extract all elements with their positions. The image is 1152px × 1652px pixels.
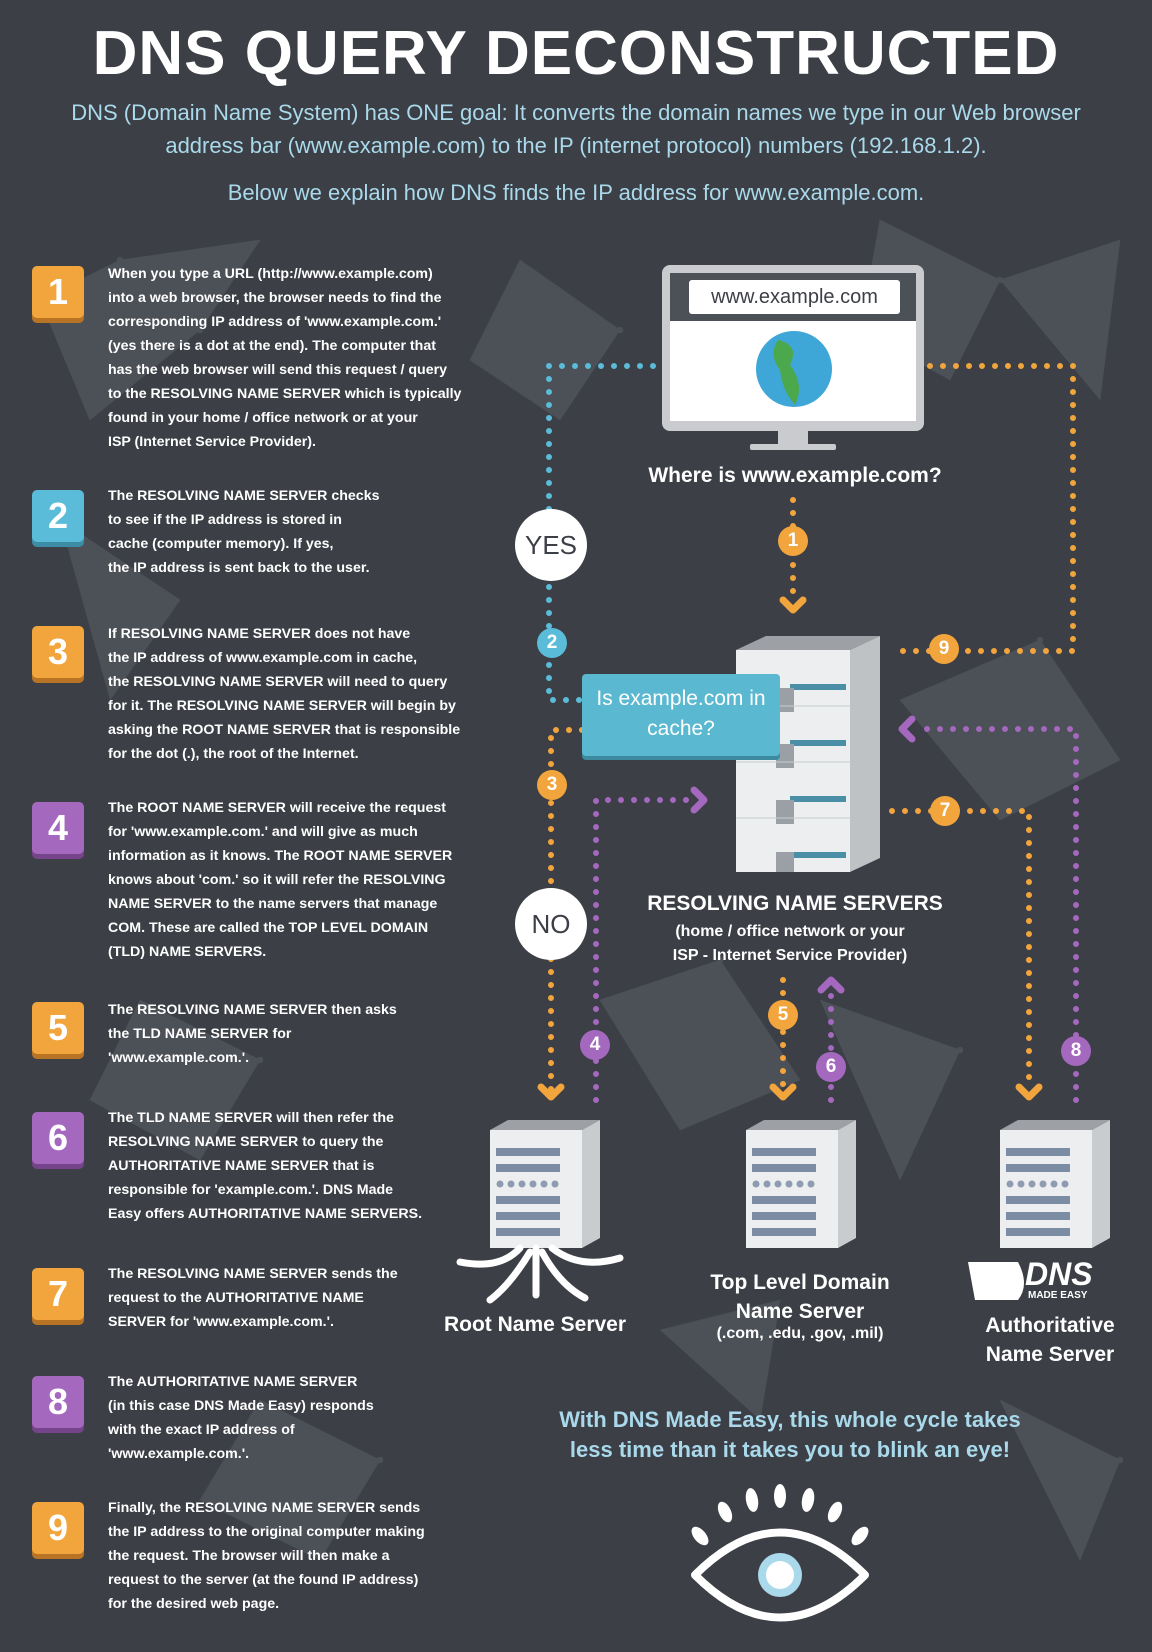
question-label: Where is www.example.com?: [648, 464, 942, 487]
marker-5: 5: [768, 1000, 798, 1030]
arrow-left-icon: [898, 715, 916, 743]
arrow-right-icon: [690, 786, 708, 814]
footer-line-1: With DNS Made Easy, this whole cycle tak…: [559, 1407, 1021, 1432]
yes-label: YES: [515, 509, 587, 581]
footer-line-2: less time than it takes you to blink an …: [569, 1437, 1011, 1462]
arrow-down-icon: [779, 596, 807, 614]
resolving-subtitle: (home / office network or your ISP - Int…: [672, 923, 908, 964]
root-server-icon: [456, 1120, 624, 1304]
browser-address-bar: www.example.com: [689, 280, 900, 314]
marker-4: 4: [580, 1030, 610, 1060]
tld-server-icon: [746, 1120, 856, 1248]
tld-examples: (.com, .edu, .gov, .mil): [716, 1325, 884, 1342]
root-server-label: Root Name Server: [443, 1313, 627, 1336]
cache-callout: Is example.com in cache?: [582, 674, 780, 756]
arrow-down-icon: [1015, 1083, 1043, 1101]
authoritative-server-label: Authoritative Name Server: [985, 1314, 1115, 1366]
roots-icon: [456, 1244, 624, 1304]
resolving-title: RESOLVING NAME SERVERS: [647, 892, 943, 915]
eye-icon: [691, 1484, 869, 1622]
marker-1: 1: [778, 526, 808, 556]
dns-logo-subtext: MADE EASY: [1028, 1290, 1088, 1301]
tld-server-label: Top Level Domain Name Server: [710, 1271, 890, 1323]
marker-9: 9: [929, 634, 959, 664]
marker-6: 6: [816, 1052, 846, 1082]
arrow-down-icon: [769, 1083, 797, 1101]
authoritative-server-icon: [1000, 1120, 1110, 1248]
no-label: NO: [515, 888, 587, 960]
marker-7: 7: [930, 796, 960, 826]
footer-tagline: With DNS Made Easy, this whole cycle tak…: [540, 1405, 1040, 1465]
marker-3: 3: [537, 770, 567, 800]
arrow-up-icon: [817, 976, 845, 994]
dns-made-easy-logo-icon: [968, 1262, 1024, 1300]
marker-2: 2: [537, 628, 567, 658]
dns-logo-text: DNS: [1025, 1256, 1093, 1292]
marker-8: 8: [1061, 1036, 1091, 1066]
